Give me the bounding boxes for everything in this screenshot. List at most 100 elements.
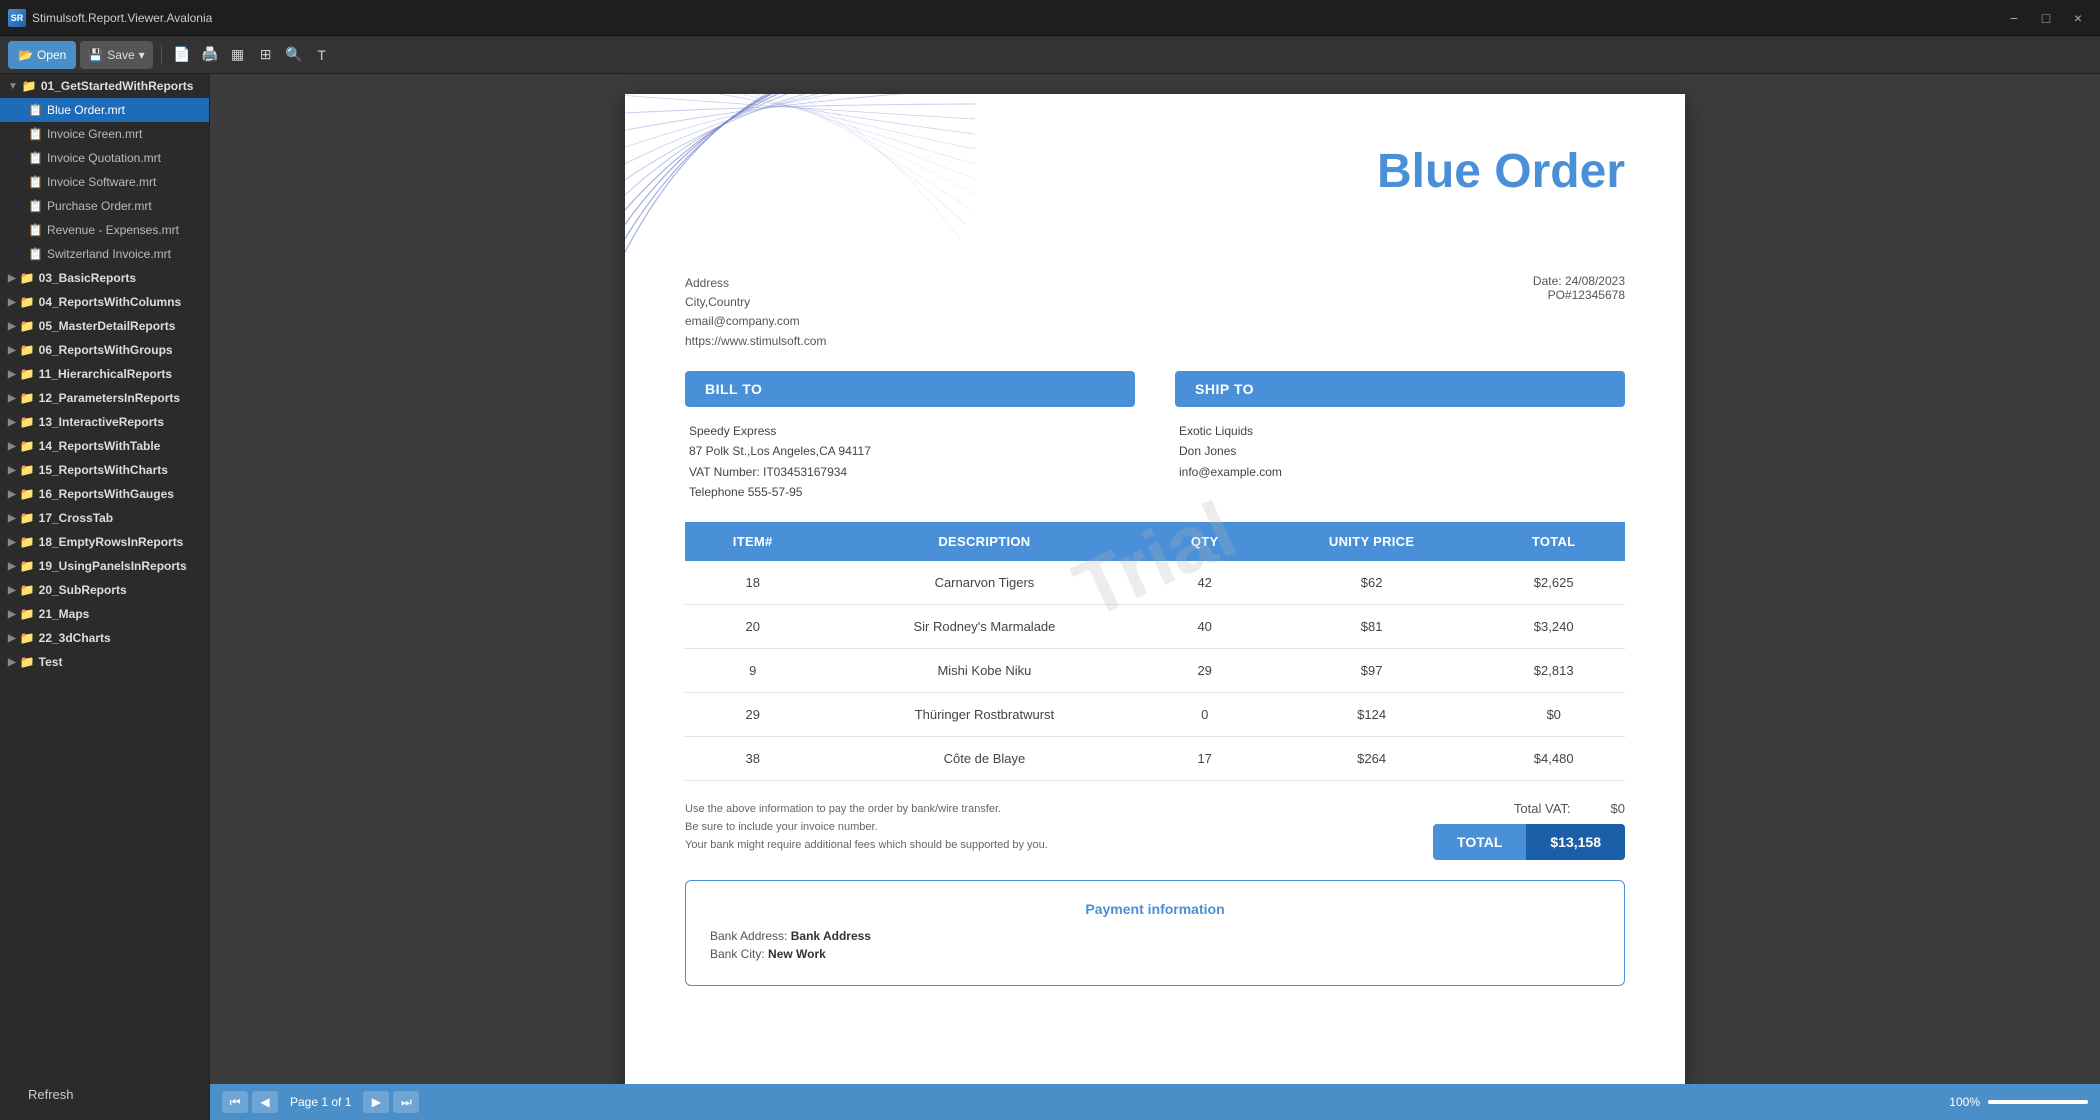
save-button[interactable]: 💾 Save ▾ <box>80 41 152 69</box>
sidebar-item-invoice-green[interactable]: 📋 Invoice Green.mrt <box>0 122 209 146</box>
new-doc-button[interactable]: 📄 <box>170 43 194 67</box>
sidebar-folder-21[interactable]: ▶ 📁 21_Maps <box>0 602 209 626</box>
title-bar: SR Stimulsoft.Report.Viewer.Avalonia − □… <box>0 0 2100 36</box>
payment-info-box: Payment information Bank Address: Bank A… <box>685 880 1625 986</box>
sidebar-item-revenue-expenses[interactable]: 📋 Revenue - Expenses.mrt <box>0 218 209 242</box>
maximize-button[interactable]: □ <box>2032 8 2060 28</box>
decorative-lines-svg <box>625 94 975 274</box>
folder-icon: 📁 <box>20 391 35 405</box>
open-button[interactable]: 📂 Open <box>8 41 76 69</box>
sidebar-folder-06[interactable]: ▶ 📁 06_ReportsWithGroups <box>0 338 209 362</box>
vat-value: $0 <box>1611 801 1625 816</box>
report-title: Blue Order <box>1377 144 1625 199</box>
sidebar-folder-17[interactable]: ▶ 📁 17_CrossTab <box>0 506 209 530</box>
sidebar-folder-label: 04_ReportsWithColumns <box>39 295 182 309</box>
cell-total: $0 <box>1482 693 1625 737</box>
address-line2: City,Country <box>685 293 826 312</box>
report-header: Blue Order <box>625 94 1685 274</box>
title-bar-controls: − □ × <box>2000 8 2092 28</box>
sidebar-folder-13[interactable]: ▶ 📁 13_InteractiveReports <box>0 410 209 434</box>
sidebar-folder-01[interactable]: ▼ 📁 01_GetStartedWithReports <box>0 74 209 98</box>
chevron-right-icon: ▶ <box>8 441 16 452</box>
sidebar-folder-05[interactable]: ▶ 📁 05_MasterDetailReports <box>0 314 209 338</box>
ship-to-content: Exotic Liquids Don Jones info@example.co… <box>1175 421 1625 482</box>
sidebar-folder-label: 06_ReportsWithGroups <box>39 343 173 357</box>
cell-description: Mishi Kobe Niku <box>820 649 1148 693</box>
col-total: TOTAL <box>1482 522 1625 561</box>
grid-button[interactable]: ▦ <box>226 43 250 67</box>
chevron-right-icon: ▶ <box>8 537 16 548</box>
file-icon: 📋 <box>28 127 43 141</box>
sidebar-file-label: Invoice Quotation.mrt <box>47 151 161 165</box>
cell-description: Thüringer Rostbratwurst <box>820 693 1148 737</box>
sidebar-file-label: Revenue - Expenses.mrt <box>47 223 179 237</box>
table-header-row: ITEM# DESCRIPTION QTY UNITY PRICE TOTAL <box>685 522 1625 561</box>
prev-page-button[interactable]: ◀ <box>252 1091 278 1113</box>
folder-icon: 📁 <box>20 583 35 597</box>
sidebar-folder-18[interactable]: ▶ 📁 18_EmptyRowsInReports <box>0 530 209 554</box>
sidebar-folder-label: 14_ReportsWithTable <box>39 439 161 453</box>
report-document: Blue Order Address City,Country email@co… <box>625 94 1685 1084</box>
sidebar-folder-16[interactable]: ▶ 📁 16_ReportsWithGauges <box>0 482 209 506</box>
sidebar-item-invoice-quotation[interactable]: 📋 Invoice Quotation.mrt <box>0 146 209 170</box>
address-meta-row: Address City,Country email@company.com h… <box>685 274 1625 351</box>
sidebar-folder-11[interactable]: ▶ 📁 11_HierarchicalReports <box>0 362 209 386</box>
sidebar-folder-04[interactable]: ▶ 📁 04_ReportsWithColumns <box>0 290 209 314</box>
chevron-right-icon: ▶ <box>8 393 16 404</box>
viewer-area: Blue Order Address City,Country email@co… <box>210 74 2100 1120</box>
cell-description: Carnarvon Tigers <box>820 561 1148 605</box>
refresh-button[interactable]: Refresh <box>20 1083 82 1106</box>
zoom-slider[interactable] <box>1988 1100 2088 1104</box>
sidebar-folder-03[interactable]: ▶ 📁 03_BasicReports <box>0 266 209 290</box>
sidebar-folder-label: 15_ReportsWithCharts <box>39 463 168 477</box>
folder-icon: 📁 <box>20 295 35 309</box>
cell-qty: 29 <box>1148 649 1260 693</box>
last-page-button[interactable]: ⏭ <box>393 1091 419 1113</box>
sidebar-item-switzerland-invoice[interactable]: 📋 Switzerland Invoice.mrt <box>0 242 209 266</box>
sidebar-file-label: Switzerland Invoice.mrt <box>47 247 171 261</box>
bank-address-value: Bank Address <box>791 929 871 943</box>
sidebar-folder-22[interactable]: ▶ 📁 22_3dCharts <box>0 626 209 650</box>
view-button[interactable]: ⊞ <box>254 43 278 67</box>
chevron-right-icon: ▶ <box>8 369 16 380</box>
close-button[interactable]: × <box>2064 8 2092 28</box>
main-content: ▼ 📁 01_GetStartedWithReports 📋 Blue Orde… <box>0 74 2100 1120</box>
first-page-button[interactable]: ⏮ <box>222 1091 248 1113</box>
extra-button[interactable]: T <box>310 43 334 67</box>
sidebar-folder-12[interactable]: ▶ 📁 12_ParametersInReports <box>0 386 209 410</box>
chevron-right-icon: ▶ <box>8 345 16 356</box>
sidebar-item-purchase-order[interactable]: 📋 Purchase Order.mrt <box>0 194 209 218</box>
sidebar-folder-19[interactable]: ▶ 📁 19_UsingPanelsInReports <box>0 554 209 578</box>
sidebar-item-invoice-software[interactable]: 📋 Invoice Software.mrt <box>0 170 209 194</box>
save-icon: 💾 <box>88 48 103 62</box>
cell-price: $264 <box>1261 737 1482 781</box>
sidebar-folder-14[interactable]: ▶ 📁 14_ReportsWithTable <box>0 434 209 458</box>
next-page-button[interactable]: ▶ <box>363 1091 389 1113</box>
search-button[interactable]: 🔍 <box>282 43 306 67</box>
sidebar-item-blue-order[interactable]: 📋 Blue Order.mrt <box>0 98 209 122</box>
sidebar-file-label: Blue Order.mrt <box>47 103 125 117</box>
sidebar-folder-label: 16_ReportsWithGauges <box>39 487 174 501</box>
chevron-right-icon: ▶ <box>8 465 16 476</box>
chevron-right-icon: ▶ <box>8 417 16 428</box>
cell-item: 18 <box>685 561 820 605</box>
cell-total: $4,480 <box>1482 737 1625 781</box>
table-row: 38 Côte de Blaye 17 $264 $4,480 <box>685 737 1625 781</box>
payment-title: Payment information <box>710 901 1600 917</box>
vat-label: Total VAT: <box>1514 801 1571 816</box>
sidebar-folder-20[interactable]: ▶ 📁 20_SubReports <box>0 578 209 602</box>
minimize-button[interactable]: − <box>2000 8 2028 28</box>
col-description: DESCRIPTION <box>820 522 1148 561</box>
viewer-scroll[interactable]: Blue Order Address City,Country email@co… <box>210 74 2100 1084</box>
print-button[interactable]: 🖨️ <box>198 43 222 67</box>
sidebar-folder-label: Test <box>39 655 63 669</box>
table-row: 9 Mishi Kobe Niku 29 $97 $2,813 <box>685 649 1625 693</box>
folder-icon: 📁 <box>22 79 37 93</box>
folder-icon: 📁 <box>20 415 35 429</box>
sidebar-folder-label: 11_HierarchicalReports <box>39 367 172 381</box>
folder-icon: 📁 <box>20 343 35 357</box>
sidebar-folder-test[interactable]: ▶ 📁 Test <box>0 650 209 674</box>
invoice-table: ITEM# DESCRIPTION QTY UNITY PRICE TOTAL … <box>685 522 1625 781</box>
sidebar-folder-15[interactable]: ▶ 📁 15_ReportsWithCharts <box>0 458 209 482</box>
sidebar-folder-label: 01_GetStartedWithReports <box>41 79 194 93</box>
